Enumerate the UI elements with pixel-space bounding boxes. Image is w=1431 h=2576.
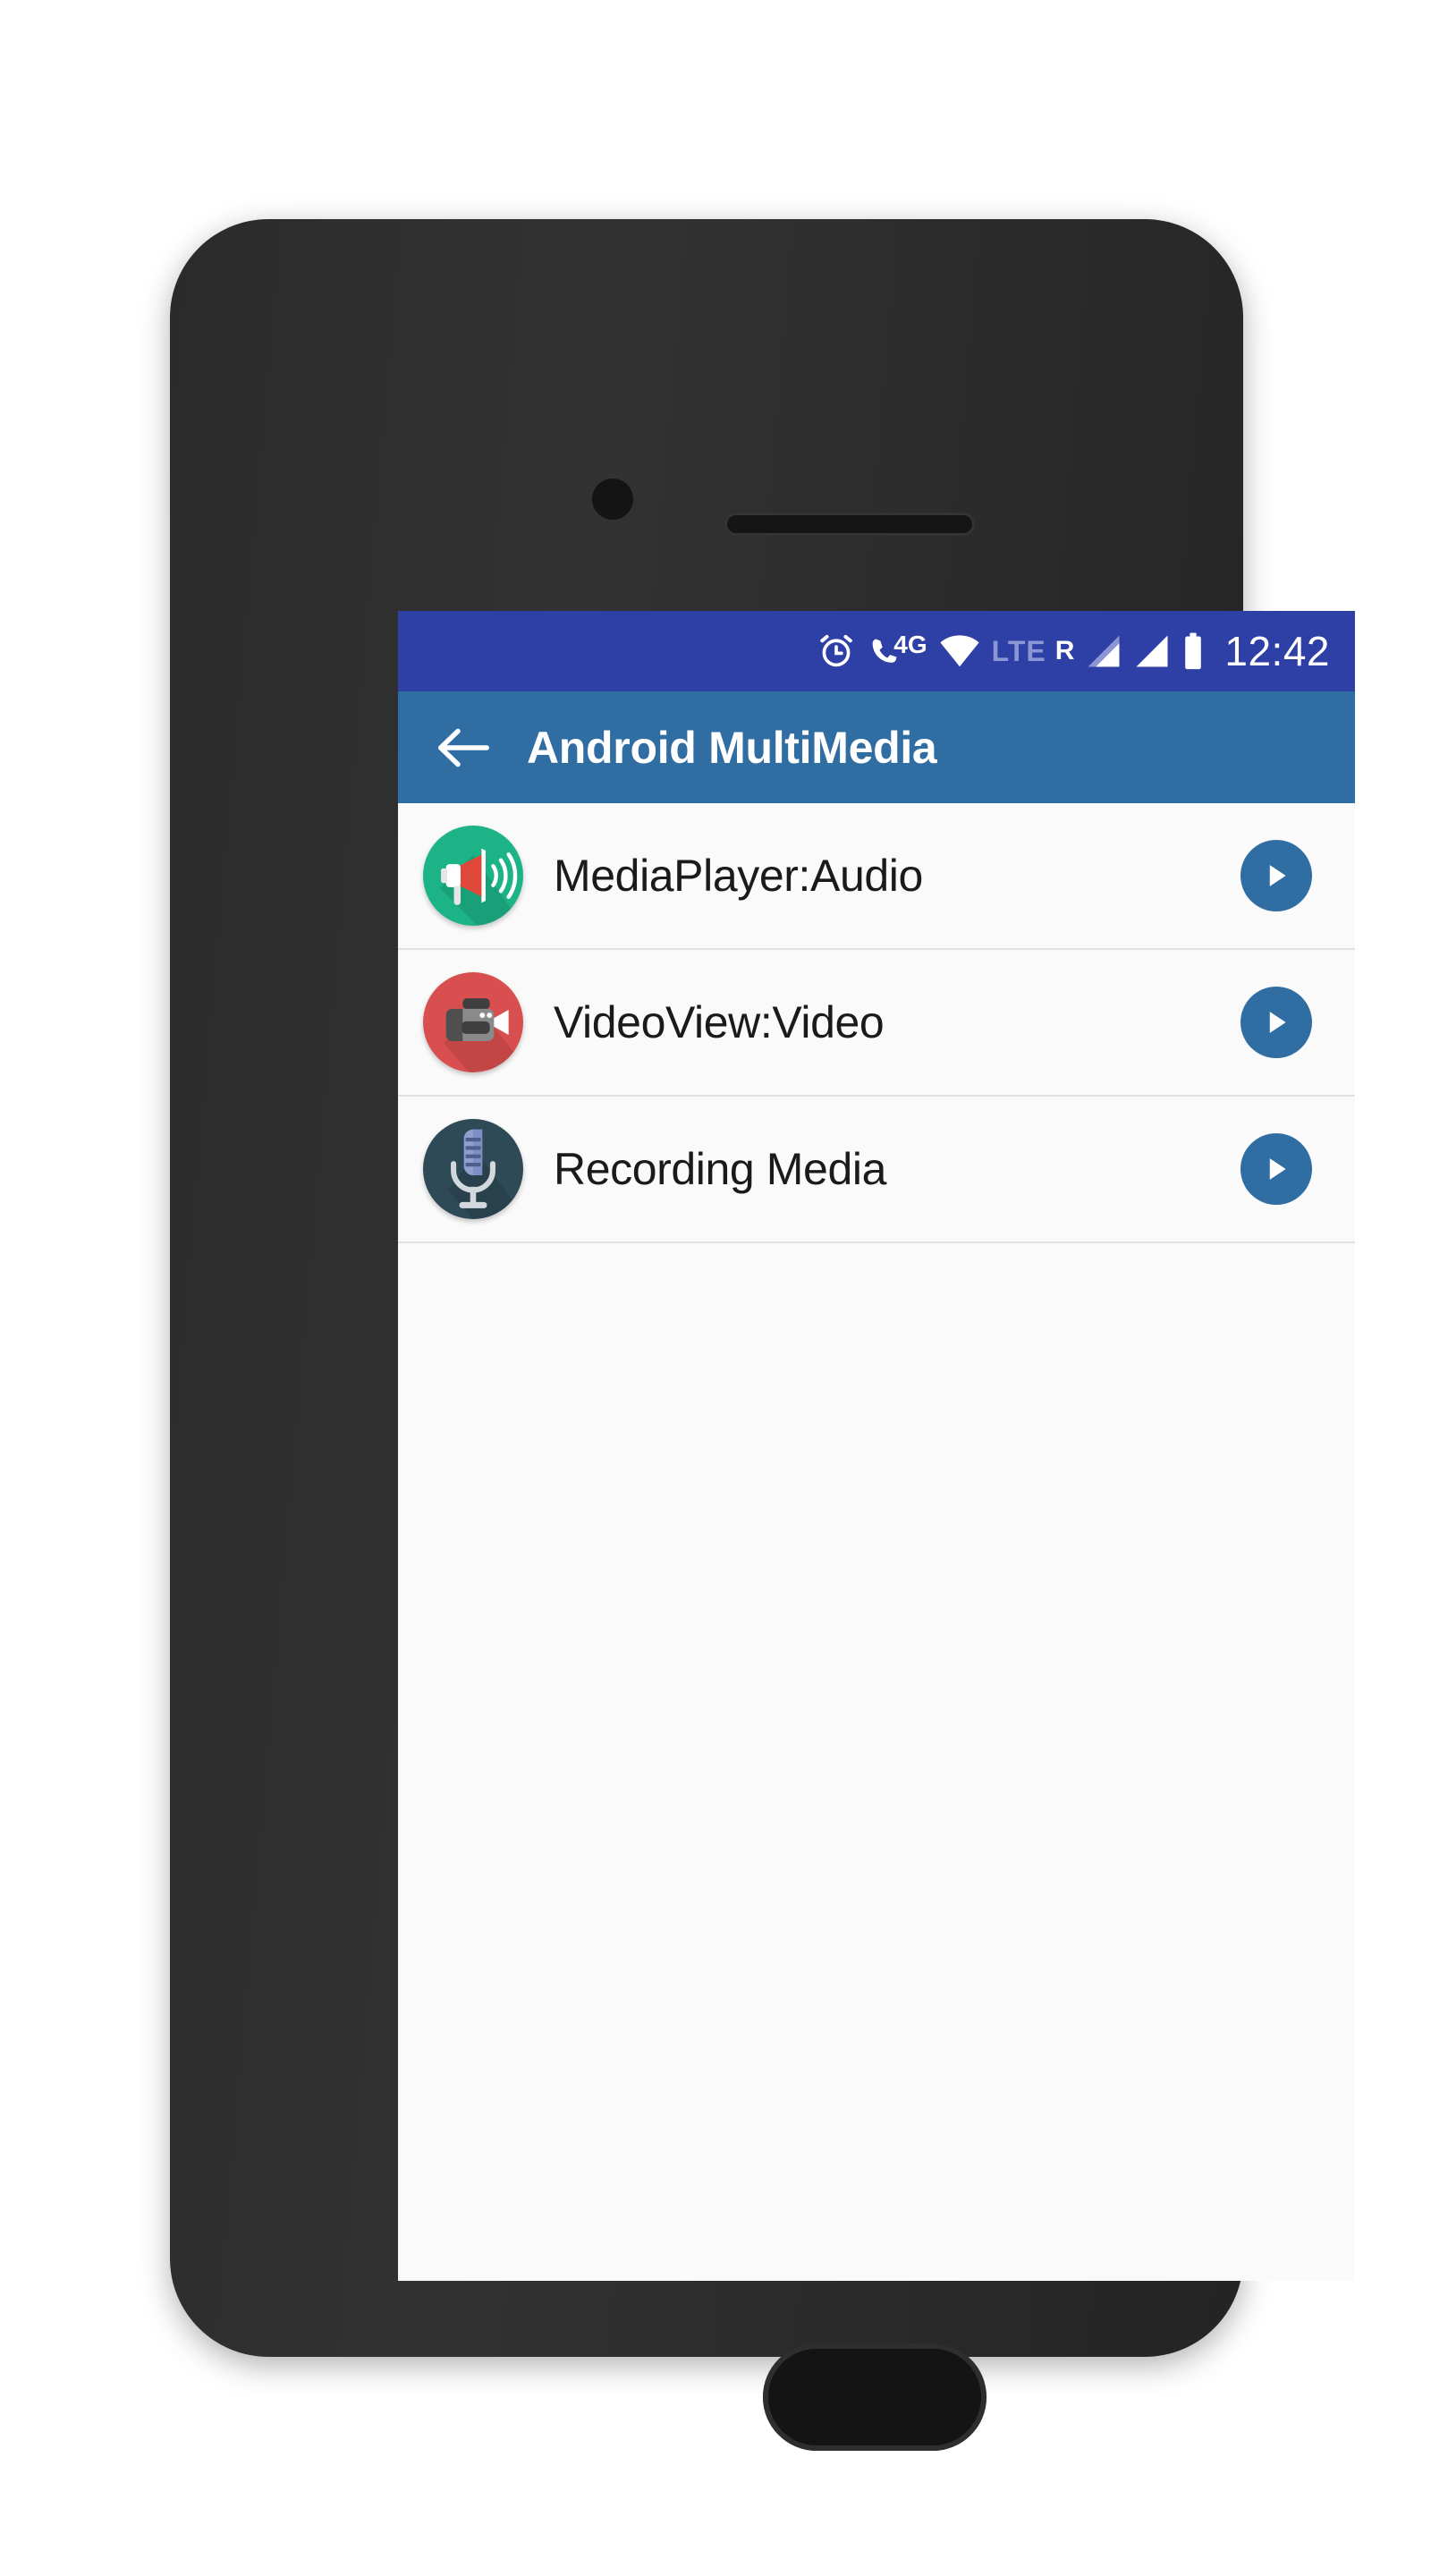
earpiece-speaker [724,513,975,536]
alarm-clock-icon [817,631,856,671]
play-button[interactable] [1240,987,1312,1058]
microphone-icon [423,1119,523,1219]
phone-screen: 4G LTE R 12:42 Android MultiMedia MediaP… [398,611,1355,2281]
page-title: Android MultiMedia [527,722,937,773]
phone-4g-icon: 4G [867,631,927,671]
roaming-icon: R [1054,636,1075,665]
media-list: MediaPlayer:Audio VideoView:Video Record… [398,803,1355,1243]
list-item-label: MediaPlayer:Audio [554,851,923,901]
megaphone-icon [423,826,523,926]
home-button[interactable] [763,2343,986,2451]
front-camera-icon [592,479,633,520]
signal-bars-icon-2 [1133,632,1171,670]
camcorder-icon [423,972,523,1072]
list-item[interactable]: VideoView:Video [398,950,1355,1097]
list-item-label: Recording Media [554,1144,886,1194]
app-bar: Android MultiMedia [398,691,1355,803]
status-bar: 4G LTE R 12:42 [398,611,1355,691]
signal-bars-icon-1 [1085,632,1122,670]
back-arrow-icon[interactable] [436,725,491,770]
list-item-label: VideoView:Video [554,997,885,1047]
status-4g-label: 4G [893,631,927,658]
list-item[interactable]: MediaPlayer:Audio [398,803,1355,950]
status-bar-clock: 12:42 [1224,628,1330,674]
play-button[interactable] [1240,840,1312,911]
lte-icon: LTE [991,634,1046,667]
wifi-icon [938,633,981,669]
list-item[interactable]: Recording Media [398,1097,1355,1243]
play-button[interactable] [1240,1133,1312,1205]
phone-device-frame: 4G LTE R 12:42 Android MultiMedia MediaP… [170,219,1355,2451]
battery-icon [1181,631,1205,671]
